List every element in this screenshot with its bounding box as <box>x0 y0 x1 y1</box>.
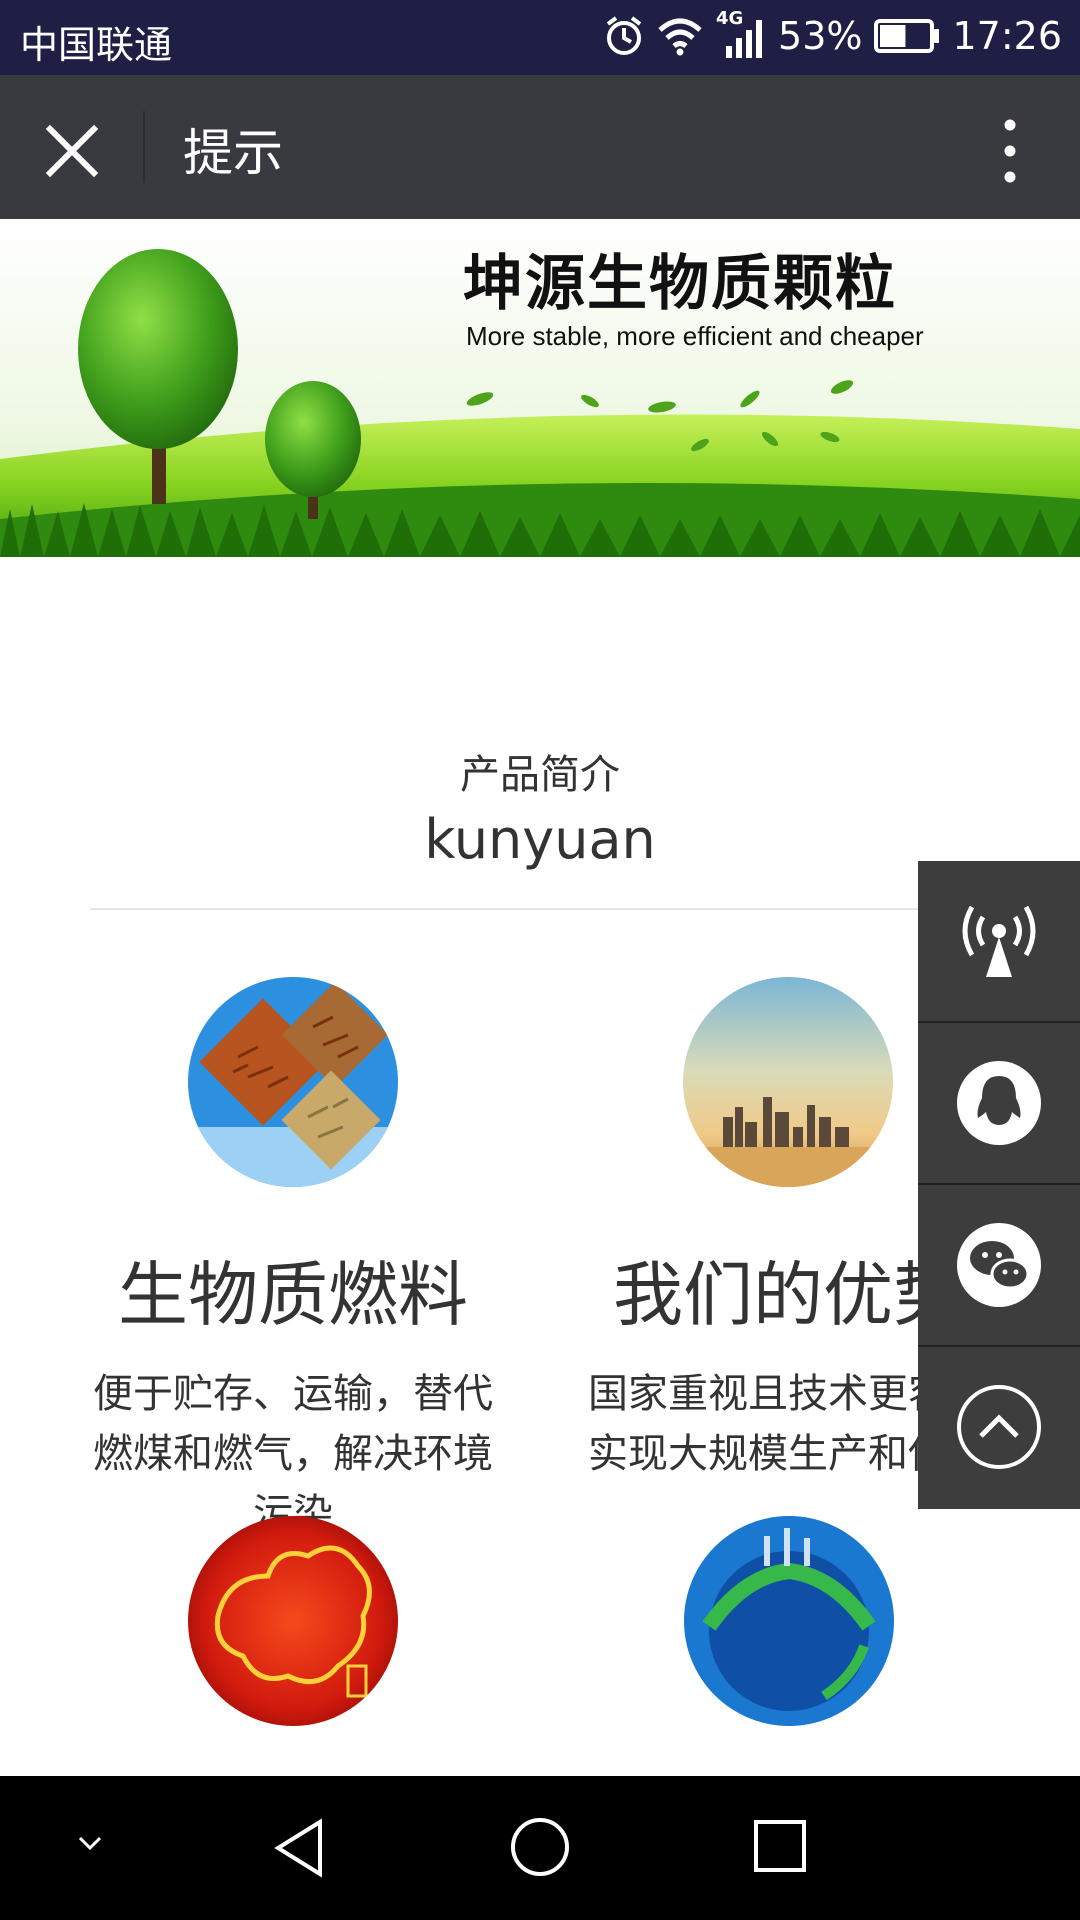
battery-icon <box>874 19 940 53</box>
close-button[interactable] <box>36 115 108 187</box>
status-bar: 中国联通 4G 53% 17:26 <box>0 0 1080 75</box>
product-image-city <box>683 977 893 1187</box>
recents-icon <box>754 1820 806 1872</box>
collapse-button[interactable] <box>72 1826 108 1866</box>
product-image-globe[interactable] <box>684 1516 894 1726</box>
carrier-label: 中国联通 <box>20 23 173 67</box>
collapse-icon <box>78 1836 102 1851</box>
signal-icon: 4G <box>716 8 766 60</box>
banner-title: 坤源生物质颗粒 <box>463 249 897 319</box>
alarm-icon <box>606 16 642 55</box>
wechat-button[interactable] <box>918 1185 1080 1347</box>
product-card-fuel[interactable]: 生物质燃料 便于贮存、运输，替代燃煤和燃气，解决环境污染 <box>78 977 508 1544</box>
qq-icon <box>957 1061 1041 1145</box>
back-icon <box>274 1818 322 1878</box>
scroll-top-button[interactable] <box>918 1347 1080 1507</box>
scroll-top-icon <box>957 1385 1041 1469</box>
broadcast-button[interactable] <box>918 861 1080 1023</box>
home-button[interactable] <box>509 1816 571 1882</box>
back-button[interactable] <box>270 1816 330 1884</box>
page-title: 提示 <box>183 124 283 182</box>
broadcast-icon <box>962 905 1036 977</box>
wechat-icon <box>957 1223 1041 1307</box>
wifi-icon <box>658 18 702 56</box>
product-image-pellets <box>188 977 398 1187</box>
product-image-china-map[interactable] <box>188 1516 398 1726</box>
qq-button[interactable] <box>918 1023 1080 1185</box>
product-title: 生物质燃料 <box>118 1254 468 1336</box>
section-title: 产品简介 <box>460 752 620 798</box>
nav-divider <box>143 111 145 183</box>
nav-bar: 提示 <box>0 75 1080 219</box>
home-icon <box>511 1818 569 1876</box>
section-divider <box>90 908 990 910</box>
status-icons: 4G 53% 17:26 <box>604 8 1062 60</box>
more-menu-button[interactable] <box>980 115 1040 187</box>
close-icon <box>45 124 99 178</box>
recents-button[interactable] <box>752 1818 808 1878</box>
floating-contact-bar <box>918 861 1080 1509</box>
banner: 坤源生物质颗粒 More stable, more efficient and … <box>0 219 1080 557</box>
system-nav-bar <box>0 1776 1080 1920</box>
clock: 17:26 <box>952 14 1062 58</box>
more-vertical-icon <box>1004 119 1016 183</box>
banner-subtitle: More stable, more efficient and cheaper <box>466 321 924 351</box>
battery-percent: 53% <box>778 14 863 58</box>
